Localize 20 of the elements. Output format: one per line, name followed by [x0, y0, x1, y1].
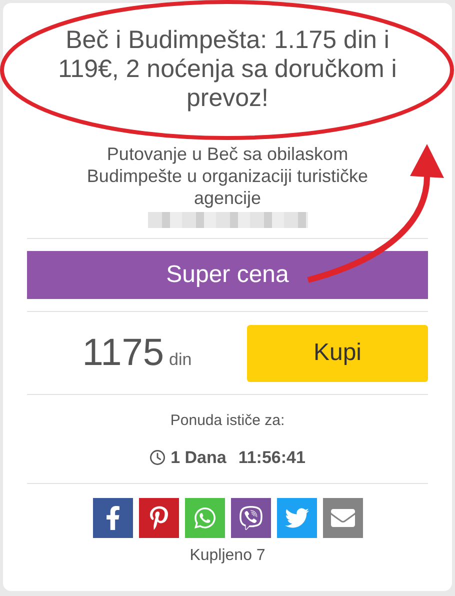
countdown-time: 11:56:41 — [238, 446, 306, 468]
expires-label: Ponuda ističe za: — [169, 411, 286, 431]
envelope-icon — [330, 506, 354, 530]
facebook-share-button[interactable] — [92, 498, 132, 538]
offer-title: Beč i Budimpešta: 1.175 din i 119€, 2 noćenja sa doručkom i prevoz! — [57, 26, 398, 113]
countdown-days: 1 Dana — [170, 444, 226, 470]
email-share-button[interactable] — [322, 498, 362, 538]
bird-icon — [284, 506, 308, 530]
offer-description: Putovanje u Beč sa obilaskom Budimpešte u organizaciji turističke agencije — [86, 143, 370, 209]
super-price-banner: Super cena — [27, 251, 428, 299]
twitter-share-button[interactable] — [276, 498, 316, 538]
purchased-count: Kupljeno 7 — [188, 546, 266, 566]
buy-button[interactable]: Kupi — [247, 324, 428, 382]
pinterest-share-button[interactable] — [138, 498, 178, 538]
phone-icon — [238, 506, 262, 530]
viber-share-button[interactable] — [230, 498, 270, 538]
clock-icon — [150, 450, 165, 465]
whatsapp-icon — [192, 506, 216, 530]
currency: din — [169, 348, 192, 370]
price: 1175 — [82, 330, 164, 376]
